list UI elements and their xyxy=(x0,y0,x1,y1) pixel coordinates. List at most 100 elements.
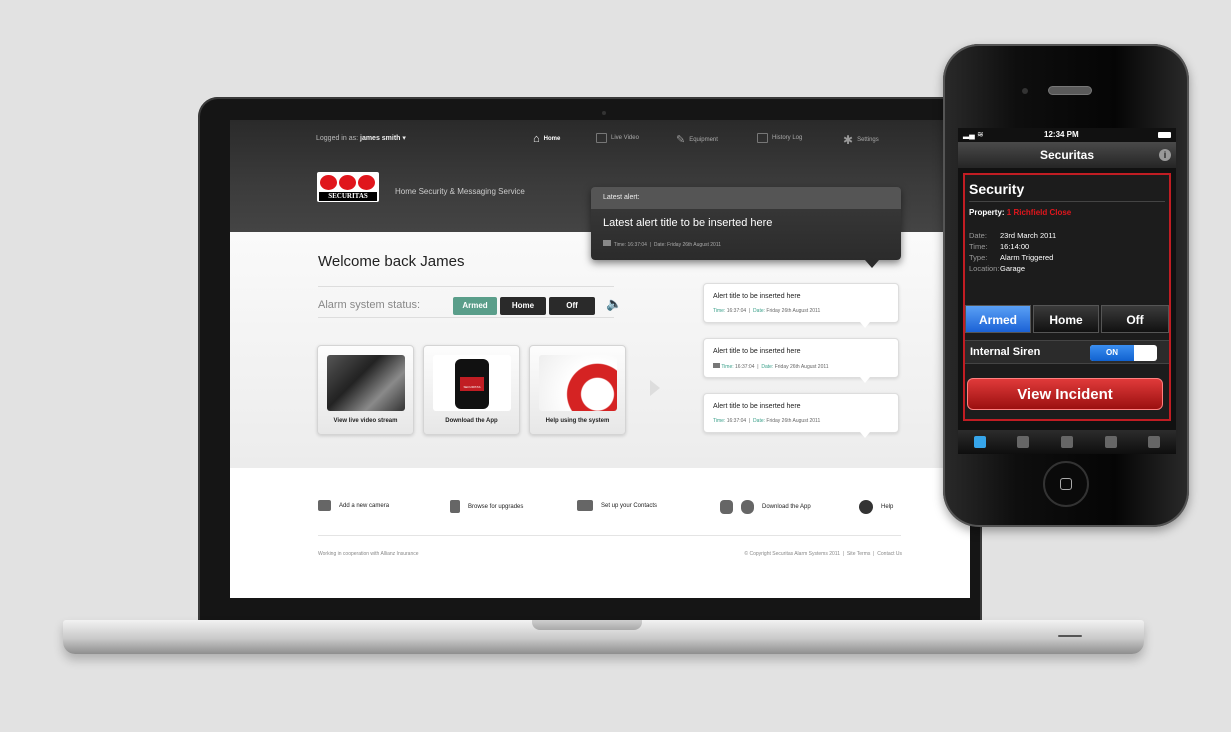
mode-armed-button[interactable]: Armed xyxy=(965,305,1031,333)
user-menu[interactable]: james smith xyxy=(360,135,400,142)
signal-icon: ▂▄ ≋ xyxy=(963,130,984,139)
securitas-logo[interactable]: SECURITAS xyxy=(317,172,379,202)
logo-dot xyxy=(358,175,375,190)
nav-equipment[interactable]: ✎ Equipment xyxy=(676,133,718,146)
footer-contacts[interactable]: Set up your Contacts xyxy=(577,500,657,511)
divider xyxy=(318,535,901,536)
detail-key: Location: xyxy=(969,264,1000,273)
mode-home-button[interactable]: Home xyxy=(1033,305,1099,333)
live-video-thumbnail xyxy=(327,355,405,411)
logo-text: SECURITAS xyxy=(319,192,377,201)
card-label: View live video stream xyxy=(333,418,398,424)
alarm-armed-button[interactable]: Armed xyxy=(453,297,497,315)
alert-title: Alert title to be inserted here xyxy=(713,348,801,355)
detail-key: Time: xyxy=(969,242,988,251)
card-live-video[interactable]: View live video stream xyxy=(317,345,414,435)
phone-clock: 12:34 PM xyxy=(1044,130,1079,139)
logged-in-text: Logged in as: james smith ▾ xyxy=(316,134,406,142)
pulse-icon[interactable] xyxy=(1060,436,1073,448)
latest-alert-title: Latest alert title to be inserted here xyxy=(603,217,773,229)
alert-time: 16:37:04 xyxy=(726,418,747,424)
divider xyxy=(969,201,1165,202)
video-icon xyxy=(603,240,611,246)
siren-toggle[interactable]: ON xyxy=(1090,345,1157,361)
detail-value: Garage xyxy=(1000,264,1026,273)
nav-live-video-label: Live Video xyxy=(611,135,639,141)
alarm-home-button[interactable]: Home xyxy=(500,297,546,315)
alert-time: 16:37:04 xyxy=(726,308,747,314)
view-incident-button[interactable]: View Incident xyxy=(967,378,1163,410)
footer-add-camera[interactable]: Add a new camera xyxy=(318,500,389,511)
detail-key: Type: xyxy=(969,253,988,262)
phone-graphic-screen: SECURITAS xyxy=(460,377,484,391)
security-heading: Security xyxy=(969,181,1025,197)
alert-item[interactable]: Alert title to be inserted here Time: 16… xyxy=(703,393,899,438)
chevron-down-icon[interactable]: ▾ xyxy=(402,135,406,142)
footer-legal: © Copyright Securitas Alarm Systems 2011… xyxy=(744,551,902,557)
contact-link[interactable]: Contact Us xyxy=(877,551,902,557)
cooperation-text: Working in cooperation with Allianz Insu… xyxy=(318,551,419,557)
footer-link-label: Help xyxy=(881,504,894,510)
copyright-text: © Copyright Securitas Alarm Systems 2011 xyxy=(744,551,840,557)
nav-settings[interactable]: ✱ Settings xyxy=(843,133,879,147)
gear-icon: ✱ xyxy=(843,133,854,147)
nav-home[interactable]: ⌂ Home xyxy=(533,133,560,145)
phone-home-button[interactable] xyxy=(1043,461,1089,507)
camera-icon xyxy=(318,500,331,511)
video-icon[interactable] xyxy=(1017,436,1030,448)
card-label: Download the App xyxy=(445,418,498,424)
info-icon xyxy=(859,500,873,514)
footer-download-app[interactable]: Download the App xyxy=(720,500,811,514)
info-icon[interactable]: i xyxy=(1159,149,1171,161)
footer-link-label: Download the App xyxy=(762,504,811,510)
detail-key: Date: xyxy=(969,231,987,240)
latest-alert-date: Friday 26th August 2011 xyxy=(667,242,722,248)
lock-icon[interactable] xyxy=(973,436,986,448)
gear-icon[interactable] xyxy=(1148,436,1161,448)
footer-help[interactable]: Help xyxy=(859,500,893,514)
speaker-icon[interactable]: 🔈 xyxy=(606,296,622,312)
security-panel: Security Property: 1 Richfield Close Dat… xyxy=(963,173,1171,421)
nav-equipment-label: Equipment xyxy=(689,136,718,143)
card-help[interactable]: Help using the system xyxy=(529,345,626,435)
alert-date-label: Date: xyxy=(753,308,765,314)
divider xyxy=(318,286,614,287)
separator: | xyxy=(842,551,845,557)
footer-link-label: Set up your Contacts xyxy=(601,502,658,509)
alert-item[interactable]: Alert title to be inserted here Time: 16… xyxy=(703,283,899,328)
alert-meta: Time: 16:37:04 | Date: Friday 26th Augus… xyxy=(713,308,821,314)
phone-thumbnail: SECURITAS xyxy=(433,355,511,411)
laptop-camera xyxy=(602,111,606,115)
latest-alert-header: Latest alert: xyxy=(603,194,640,201)
lifebuoy-thumbnail xyxy=(539,355,617,411)
card-label: Help using the system xyxy=(545,418,610,424)
alert-date-label: Date: xyxy=(761,364,774,370)
welcome-heading: Welcome back James xyxy=(318,253,465,270)
nav-live-video[interactable]: Live Video xyxy=(596,133,639,143)
mode-off-button[interactable]: Off xyxy=(1101,305,1169,333)
nav-history-log[interactable]: History Log xyxy=(757,133,802,143)
footer-browse-upgrades[interactable]: Browse for upgrades xyxy=(450,500,523,513)
android-icon xyxy=(720,500,733,514)
footer-link-label: Browse for upgrades xyxy=(468,503,524,510)
alert-meta: Time: 16:37:04 | Date: Friday 26th Augus… xyxy=(713,363,829,370)
detail-value: 16:14:00 xyxy=(1000,242,1030,251)
site-terms-link[interactable]: Site Terms xyxy=(847,551,871,557)
alarm-off-button[interactable]: Off xyxy=(549,297,595,315)
alert-item[interactable]: Alert title to be inserted here Time: 16… xyxy=(703,338,899,383)
detail-row: Time: 16:14:00 xyxy=(969,242,1029,251)
alarm-status-label: Alarm system status: xyxy=(318,299,421,311)
internal-siren-label: Internal Siren xyxy=(970,346,1041,358)
alert-time-label: Time: xyxy=(713,418,726,424)
latest-alert-popup[interactable]: Latest alert: Latest alert title to be i… xyxy=(591,187,901,268)
latest-alert-time-label: Time: xyxy=(613,242,627,248)
laptop-indicator xyxy=(1058,635,1082,637)
property-label: Property: xyxy=(969,208,1005,217)
list-icon[interactable] xyxy=(1104,436,1117,448)
next-arrow-icon[interactable] xyxy=(650,380,660,396)
alert-date: Friday 26th August 2011 xyxy=(774,364,829,370)
alert-time-label: Time: xyxy=(721,364,734,370)
card-download-app[interactable]: SECURITAS Download the App xyxy=(423,345,520,435)
phone-screen: ▂▄ ≋ 12:34 PM Securitas i Security Prope… xyxy=(958,128,1176,454)
nav-settings-label: Settings xyxy=(857,137,879,143)
